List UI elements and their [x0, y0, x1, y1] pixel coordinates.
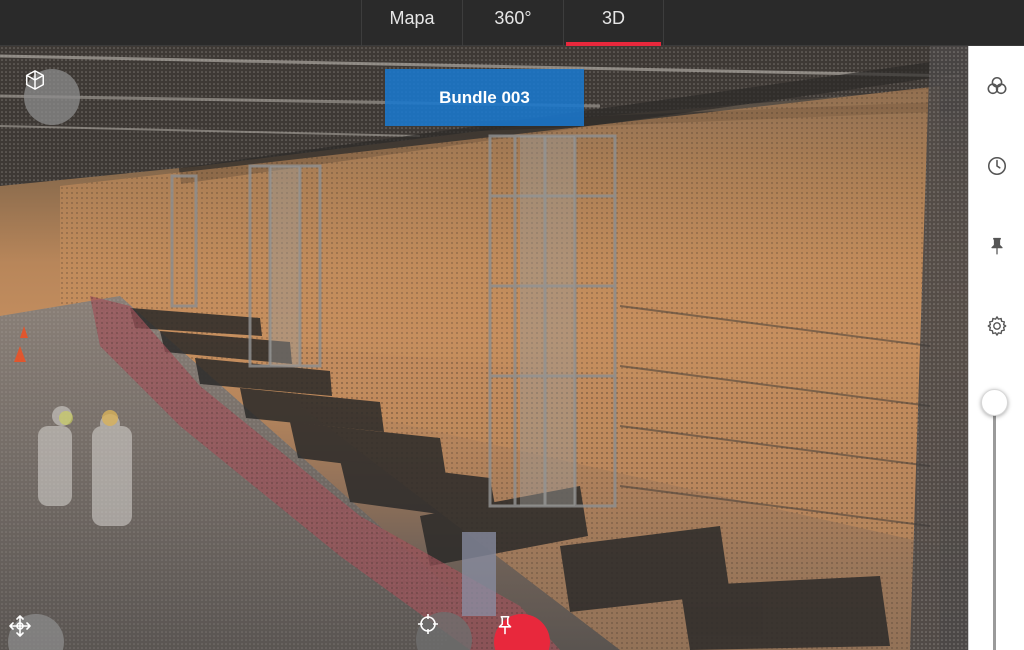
- opacity-slider-track[interactable]: [993, 402, 996, 650]
- tab-3d[interactable]: 3D: [563, 0, 664, 46]
- tab-360[interactable]: 360°: [462, 0, 563, 46]
- pins-button[interactable]: [983, 232, 1011, 260]
- crosshair-icon: [418, 614, 438, 634]
- clock-icon: [987, 156, 1007, 176]
- point-cloud-scene: [0, 46, 968, 650]
- layers-button[interactable]: [983, 72, 1011, 100]
- cube-icon: [26, 70, 44, 90]
- gear-icon: [987, 316, 1007, 336]
- tab-mapa[interactable]: Mapa: [361, 0, 462, 46]
- point-cloud-viewport[interactable]: Bundle 003: [0, 46, 968, 650]
- settings-button[interactable]: [983, 312, 1011, 340]
- opacity-slider-thumb[interactable]: [981, 389, 1008, 416]
- history-button[interactable]: [983, 152, 1011, 180]
- pin-icon: [991, 237, 1003, 255]
- tab-group: Mapa 360° 3D: [361, 0, 664, 46]
- view-cube-button[interactable]: [24, 69, 80, 125]
- pin-icon: [498, 615, 512, 635]
- view-mode-tabbar: Mapa 360° 3D: [0, 0, 1024, 46]
- right-toolbar: [968, 46, 1024, 650]
- bundle-label: Bundle 003: [385, 69, 584, 126]
- layers-cluster-icon: [987, 76, 1007, 95]
- move-icon: [9, 615, 31, 637]
